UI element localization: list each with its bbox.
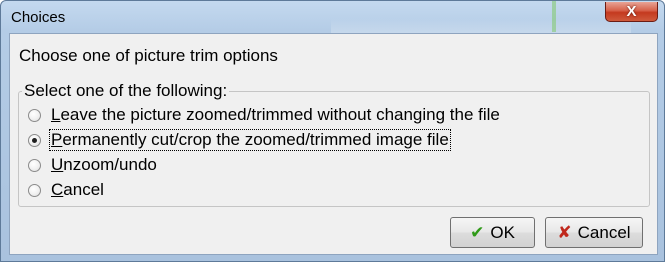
dialog-window: Choices X Choose one of picture trim opt…: [0, 0, 665, 262]
cancel-button[interactable]: ✘ Cancel: [545, 217, 643, 248]
title-bar[interactable]: Choices X: [1, 1, 664, 33]
option-unzoom-undo[interactable]: Unzoom/undo: [28, 154, 158, 176]
ok-label: OK: [490, 222, 515, 242]
cancel-label: Cancel: [577, 222, 631, 242]
close-icon: X: [626, 3, 637, 20]
background-window-edge: [552, 1, 556, 32]
option-leave-unchanged[interactable]: Leave the picture zoomed/trimmed without…: [28, 104, 501, 126]
radio-leave-unchanged[interactable]: [28, 108, 41, 122]
option-label: Unzoom/undo: [50, 155, 158, 175]
option-cancel[interactable]: Cancel: [28, 179, 105, 201]
access-key: C: [51, 180, 64, 199]
check-icon: ✔: [470, 222, 485, 242]
x-icon: ✘: [557, 222, 572, 242]
radio-permanently-crop[interactable]: [28, 133, 41, 147]
option-text: eave the picture zoomed/trimmed without …: [60, 105, 500, 124]
dialog-heading: Choose one of picture trim options: [19, 46, 278, 65]
access-key: U: [51, 155, 64, 174]
window-title: Choices: [11, 9, 66, 26]
radio-unzoom-undo[interactable]: [28, 158, 41, 172]
option-label: Leave the picture zoomed/trimmed without…: [50, 105, 501, 125]
access-key: P: [51, 130, 63, 149]
options-group-label: Select one of the following:: [22, 81, 230, 101]
option-label: Cancel: [50, 180, 105, 200]
dialog-client-area: Choose one of picture trim options Selec…: [9, 33, 658, 255]
radio-cancel[interactable]: [28, 183, 41, 197]
close-button[interactable]: X: [605, 2, 658, 22]
option-label: Permanently cut/crop the zoomed/trimmed …: [49, 129, 451, 151]
option-text: ancel: [63, 180, 104, 199]
background-window-ghost: [331, 19, 631, 33]
option-permanently-crop[interactable]: Permanently cut/crop the zoomed/trimmed …: [28, 129, 451, 151]
option-text: ermanently cut/crop the zoomed/trimmed i…: [62, 130, 449, 149]
option-text: nzoom/undo: [63, 155, 157, 174]
ok-button[interactable]: ✔ OK: [450, 217, 535, 248]
